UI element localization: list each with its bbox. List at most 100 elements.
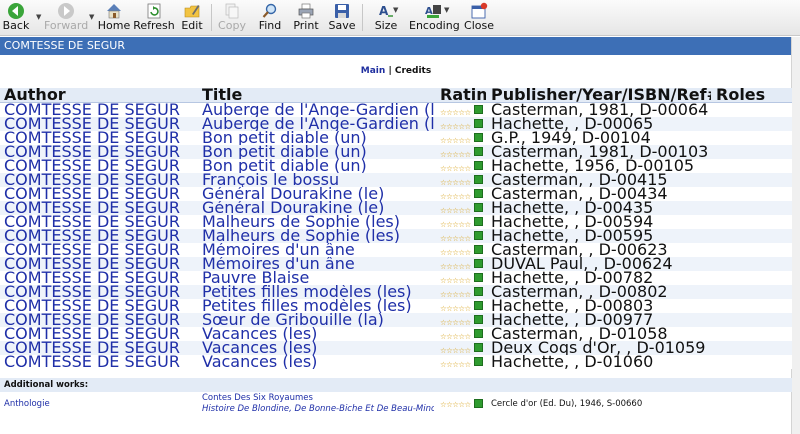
nav-credits-link[interactable]: Credits bbox=[395, 66, 431, 76]
title-link[interactable]: François le bossu bbox=[202, 173, 434, 187]
author-link[interactable]: COMTESSE DE SEGUR bbox=[4, 299, 196, 313]
rating-box-icon[interactable] bbox=[473, 315, 483, 324]
header-rating[interactable]: Rating bbox=[440, 88, 486, 102]
author-link[interactable]: COMTESSE DE SEGUR bbox=[4, 159, 196, 173]
title-link[interactable]: Malheurs de Sophie (les) bbox=[202, 215, 434, 229]
size-dropdown-icon[interactable]: ▼ bbox=[393, 6, 398, 14]
author-link[interactable]: COMTESSE DE SEGUR bbox=[4, 355, 196, 369]
title-link[interactable]: Auberge de l'Ange-Gardien (l') bbox=[202, 117, 434, 131]
header-author[interactable]: Author bbox=[4, 88, 196, 102]
rating-stars-icon[interactable]: ☆☆☆☆☆ bbox=[440, 318, 471, 327]
rating-stars-icon[interactable]: ☆☆☆☆☆ bbox=[440, 164, 471, 173]
rating-box-icon[interactable] bbox=[473, 287, 483, 296]
refresh-button[interactable]: Refresh bbox=[133, 0, 175, 35]
rating-stars-icon[interactable]: ☆☆☆☆☆ bbox=[440, 136, 471, 145]
header-roles[interactable]: Roles bbox=[716, 88, 792, 102]
author-link[interactable]: COMTESSE DE SEGUR bbox=[4, 173, 196, 187]
forward-button[interactable]: Forward bbox=[44, 0, 88, 35]
rating-box-icon[interactable] bbox=[473, 399, 483, 408]
rating-stars-icon[interactable]: ☆☆☆☆☆ bbox=[440, 276, 471, 285]
header-publisher[interactable]: Publisher/Year/ISBN/Ref# bbox=[491, 88, 711, 102]
title-link[interactable]: Vacances (les) bbox=[202, 355, 434, 369]
rating-box-icon[interactable] bbox=[473, 343, 483, 352]
rating-box-icon[interactable] bbox=[473, 203, 483, 212]
title-link[interactable]: Malheurs de Sophie (les) bbox=[202, 229, 434, 243]
author-link[interactable]: COMTESSE DE SEGUR bbox=[4, 243, 196, 257]
title-link[interactable]: Mémoires d'un âne bbox=[202, 257, 434, 271]
author-link[interactable]: COMTESSE DE SEGUR bbox=[4, 341, 196, 355]
title-link[interactable]: Général Dourakine (le) bbox=[202, 201, 434, 215]
author-link[interactable]: COMTESSE DE SEGUR bbox=[4, 187, 196, 201]
author-link[interactable]: COMTESSE DE SEGUR bbox=[4, 313, 196, 327]
author-link[interactable]: COMTESSE DE SEGUR bbox=[4, 103, 196, 117]
title-link[interactable]: Auberge de l'Ange-Gardien (l') bbox=[202, 103, 434, 117]
rating-stars-icon[interactable]: ☆☆☆☆☆ bbox=[440, 290, 471, 299]
additional-title-link[interactable]: Contes Des Six Royaumes bbox=[202, 393, 313, 403]
author-link[interactable]: COMTESSE DE SEGUR bbox=[4, 201, 196, 215]
title-link[interactable]: Pauvre Blaise bbox=[202, 271, 434, 285]
title-link[interactable]: Bon petit diable (un) bbox=[202, 131, 434, 145]
rating-stars-icon[interactable]: ☆☆☆☆☆ bbox=[440, 150, 471, 159]
author-link[interactable]: COMTESSE DE SEGUR bbox=[4, 145, 196, 159]
author-link[interactable]: COMTESSE DE SEGUR bbox=[4, 229, 196, 243]
rating-box-icon[interactable] bbox=[473, 119, 483, 128]
author-link[interactable]: COMTESSE DE SEGUR bbox=[4, 327, 196, 341]
rating-box-icon[interactable] bbox=[473, 217, 483, 226]
title-link[interactable]: Bon petit diable (un) bbox=[202, 159, 434, 173]
save-button[interactable]: Save bbox=[328, 0, 356, 35]
find-button[interactable]: Find bbox=[255, 0, 285, 35]
title-link[interactable]: Général Dourakine (le) bbox=[202, 187, 434, 201]
rating-stars-icon[interactable]: ☆☆☆☆☆ bbox=[440, 346, 471, 355]
rating-box-icon[interactable] bbox=[473, 301, 483, 310]
title-link[interactable]: Sœur de Gribouille (la) bbox=[202, 313, 434, 327]
title-link[interactable]: Vacances (les) bbox=[202, 327, 434, 341]
author-link[interactable]: COMTESSE DE SEGUR bbox=[4, 285, 196, 299]
author-link[interactable]: COMTESSE DE SEGUR bbox=[4, 271, 196, 285]
back-button[interactable]: Back bbox=[2, 0, 30, 35]
print-button[interactable]: Print bbox=[291, 0, 321, 35]
home-button[interactable]: Home bbox=[97, 0, 131, 35]
rating-stars-icon[interactable]: ☆☆☆☆☆ bbox=[440, 122, 471, 131]
edit-button[interactable]: Edit bbox=[179, 0, 205, 35]
rating-box-icon[interactable] bbox=[473, 105, 483, 114]
encoding-button[interactable]: A Encoding bbox=[409, 0, 460, 35]
rating-stars-icon[interactable]: ☆☆☆☆☆ bbox=[440, 234, 471, 243]
rating-box-icon[interactable] bbox=[473, 133, 483, 142]
author-link[interactable]: COMTESSE DE SEGUR bbox=[4, 215, 196, 229]
rating-box-icon[interactable] bbox=[473, 147, 483, 156]
rating-box-icon[interactable] bbox=[473, 189, 483, 198]
rating-box-icon[interactable] bbox=[473, 231, 483, 240]
header-title[interactable]: Title bbox=[202, 88, 434, 102]
rating-box-icon[interactable] bbox=[473, 259, 483, 268]
rating-stars-icon[interactable]: ☆☆☆☆☆ bbox=[440, 220, 471, 229]
rating-stars-icon[interactable]: ☆☆☆☆☆ bbox=[440, 400, 471, 409]
rating-stars-icon[interactable]: ☆☆☆☆☆ bbox=[440, 262, 471, 271]
rating-stars-icon[interactable]: ☆☆☆☆☆ bbox=[440, 178, 471, 187]
encoding-dropdown-icon[interactable]: ▼ bbox=[444, 6, 449, 14]
rating-box-icon[interactable] bbox=[473, 175, 483, 184]
rating-stars-icon[interactable]: ☆☆☆☆☆ bbox=[440, 192, 471, 201]
rating-stars-icon[interactable]: ☆☆☆☆☆ bbox=[440, 360, 471, 369]
forward-dropdown-icon[interactable]: ▼ bbox=[89, 13, 94, 21]
rating-box-icon[interactable] bbox=[473, 273, 483, 282]
rating-box-icon[interactable] bbox=[473, 329, 483, 338]
title-link[interactable]: Petites filles modèles (les) bbox=[202, 299, 434, 313]
additional-author-link[interactable]: Anthologie bbox=[4, 399, 196, 410]
author-link[interactable]: COMTESSE DE SEGUR bbox=[4, 131, 196, 145]
rating-stars-icon[interactable]: ☆☆☆☆☆ bbox=[440, 304, 471, 313]
nav-main-link[interactable]: Main bbox=[361, 66, 386, 76]
rating-stars-icon[interactable]: ☆☆☆☆☆ bbox=[440, 206, 471, 215]
back-dropdown-icon[interactable]: ▼ bbox=[36, 13, 41, 21]
author-link[interactable]: COMTESSE DE SEGUR bbox=[4, 257, 196, 271]
rating-stars-icon[interactable]: ☆☆☆☆☆ bbox=[440, 108, 471, 117]
rating-box-icon[interactable] bbox=[473, 357, 483, 366]
rating-stars-icon[interactable]: ☆☆☆☆☆ bbox=[440, 332, 471, 341]
rating-box-icon[interactable] bbox=[473, 161, 483, 170]
additional-subtitle-link[interactable]: Histoire De Blondine, De Bonne-Biche Et … bbox=[202, 404, 434, 414]
rating-stars-icon[interactable]: ☆☆☆☆☆ bbox=[440, 248, 471, 257]
rating-box-icon[interactable] bbox=[473, 245, 483, 254]
title-link[interactable]: Petites filles modèles (les) bbox=[202, 285, 434, 299]
close-button[interactable]: Close bbox=[463, 0, 495, 35]
copy-button[interactable]: Copy bbox=[217, 0, 247, 35]
title-link[interactable]: Mémoires d'un âne bbox=[202, 243, 434, 257]
